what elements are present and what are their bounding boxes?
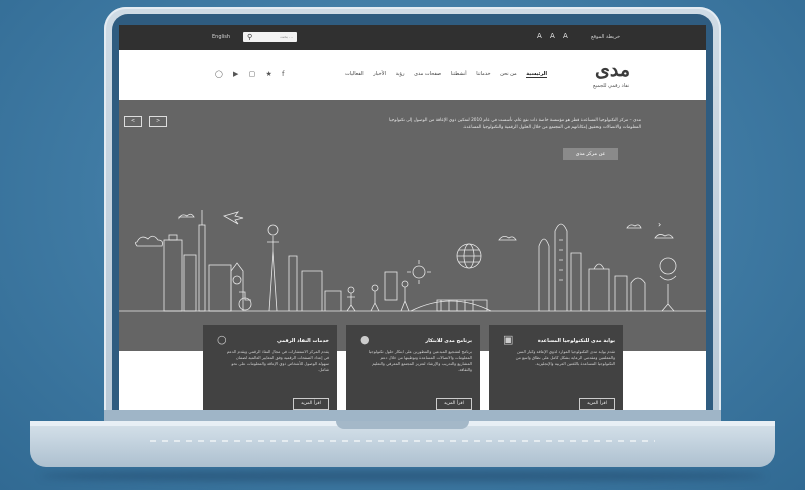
card-assistive-portal: ▣ بوابة مدى للتكنولوجيا المساعدة تقدم بو… — [489, 325, 623, 410]
laptop-icon: ▣ — [503, 333, 514, 346]
main-menu: الرئيسية من نحن خدماتنا أنشطتنا صفحات مد… — [341, 71, 551, 78]
card-title: بوابة مدى للتكنولوجيا المساعدة — [537, 338, 615, 344]
hero-section: < > مدى – مركز التكنولوجيا المساعدة قطر … — [119, 100, 706, 351]
card-body: برنامج لتشجيع المبدعين والمطورين على ابت… — [368, 349, 472, 372]
read-more-button[interactable]: اقرأ المزيد — [436, 398, 472, 410]
read-more-button[interactable]: اقرأ المزيد — [579, 398, 615, 410]
card-digital-access: ○ خدمات النفاذ الرقمي يقدم المركز الاستش… — [203, 325, 337, 410]
card-innovation: ● برنامج مدى للابتكار برنامج لتشجيع المب… — [346, 325, 480, 410]
slider-controls: < > — [124, 107, 169, 127]
language-switch[interactable]: English — [212, 34, 230, 40]
about-mada-button[interactable]: عن مركز مدى — [563, 148, 618, 160]
top-utility-bar: English ⚲ بحث ... A A A خريطة الموقع — [119, 25, 706, 50]
search-placeholder: بحث ... — [280, 34, 293, 39]
hero-description: مدى – مركز التكنولوجيا المساعدة قطر هو م… — [388, 118, 641, 130]
site-logo[interactable]: مدى نفاذ رقمي للجميع — [589, 59, 659, 91]
font-size-controls[interactable]: A A A — [537, 32, 571, 40]
social-icons[interactable]: ◯ ▶ ▢ ★ f — [215, 70, 288, 78]
card-title: برنامج مدى للابتكار — [425, 338, 472, 344]
nav-vision[interactable]: رؤية — [396, 71, 405, 77]
logo-tagline: نفاذ رقمي للجميع — [593, 83, 630, 89]
nav-activities[interactable]: أنشطتنا — [451, 71, 467, 77]
search-input[interactable]: ⚲ بحث ... — [243, 32, 297, 42]
search-icon[interactable]: ⚲ — [247, 33, 252, 41]
card-body: تقدم بوابة مدى التكنولوجيا الموارد لذوي … — [515, 349, 615, 366]
nav-services[interactable]: خدماتنا — [476, 71, 490, 77]
nav-about[interactable]: من نحن — [500, 71, 517, 77]
laptop-screen: English ⚲ بحث ... A A A خريطة الموقع ◯ ▶… — [119, 25, 706, 410]
sitemap-link[interactable]: خريطة الموقع — [591, 34, 620, 40]
card-title: خدمات النفاذ الرقمي — [276, 338, 329, 344]
nav-pages[interactable]: صفحات مدى — [414, 71, 441, 77]
nav-events[interactable]: الفعاليات — [345, 71, 364, 77]
laptop-opening-notch — [336, 421, 469, 429]
slider-next-button[interactable]: > — [149, 116, 168, 127]
card-body: يقدم المركز الاستشارات في مجال النفاذ ال… — [226, 349, 329, 372]
laptop-keyboard-hint — [150, 440, 655, 442]
lightbulb-icon: ● — [360, 333, 370, 346]
main-navbar: ◯ ▶ ▢ ★ f الرئيسية من نحن خدماتنا أنشطتن… — [119, 50, 706, 100]
nav-news[interactable]: الأخبار — [373, 71, 386, 77]
mouse-icon: ○ — [217, 333, 227, 346]
read-more-button[interactable]: اقرأ المزيد — [293, 398, 329, 410]
nav-home[interactable]: الرئيسية — [526, 71, 548, 78]
logo-wordmark: مدى — [595, 59, 631, 81]
city-skyline-illustration — [119, 210, 706, 312]
slider-prev-button[interactable]: < — [124, 116, 142, 127]
laptop-shadow — [40, 470, 765, 482]
